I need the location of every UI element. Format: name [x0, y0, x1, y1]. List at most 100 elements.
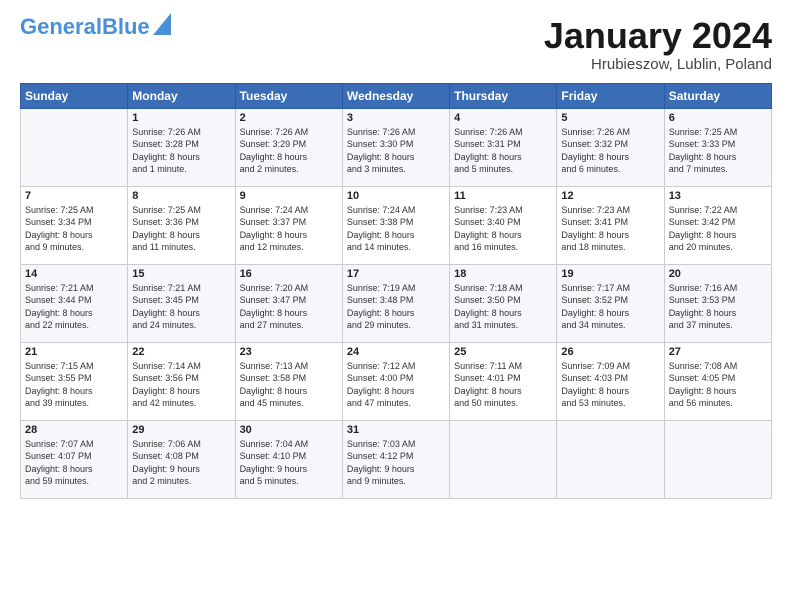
calendar-cell: 16 Sunrise: 7:20 AM Sunset: 3:47 PM Dayli… — [235, 264, 342, 342]
header-day-monday: Monday — [128, 83, 235, 108]
day-number: 22 — [132, 346, 230, 358]
cell-content: Sunrise: 7:25 AM Sunset: 3:36 PM Dayligh… — [132, 204, 230, 254]
header-row: SundayMondayTuesdayWednesdayThursdayFrid… — [21, 83, 772, 108]
calendar-cell: 26 Sunrise: 7:09 AM Sunset: 4:03 PM Dayli… — [557, 342, 664, 420]
location: Hrubieszow, Lublin, Poland — [544, 56, 772, 73]
logo-general: General — [20, 14, 102, 39]
calendar-cell: 28 Sunrise: 7:07 AM Sunset: 4:07 PM Dayli… — [21, 420, 128, 498]
cell-content: Sunrise: 7:26 AM Sunset: 3:31 PM Dayligh… — [454, 126, 552, 176]
calendar-table: SundayMondayTuesdayWednesdayThursdayFrid… — [20, 83, 772, 499]
calendar-cell: 6Sunrise: 7:25 AM Sunset: 3:33 PM Daylig… — [664, 108, 771, 186]
header-day-thursday: Thursday — [450, 83, 557, 108]
calendar-cell: 9Sunrise: 7:24 AM Sunset: 3:37 PM Daylig… — [235, 186, 342, 264]
calendar-cell: 22 Sunrise: 7:14 AM Sunset: 3:56 PM Dayli… — [128, 342, 235, 420]
cell-content: Sunrise: 7:04 AM Sunset: 4:10 PM Dayligh… — [240, 438, 338, 488]
calendar-cell: 15 Sunrise: 7:21 AM Sunset: 3:45 PM Dayli… — [128, 264, 235, 342]
cell-content: Sunrise: 7:26 AM Sunset: 3:30 PM Dayligh… — [347, 126, 445, 176]
cell-content: Sunrise: 7:21 AM Sunset: 3:44 PM Dayligh… — [25, 282, 123, 332]
week-row-4: 28 Sunrise: 7:07 AM Sunset: 4:07 PM Dayli… — [21, 420, 772, 498]
day-number: 28 — [25, 424, 123, 436]
cell-content: Sunrise: 7:24 AM Sunset: 3:37 PM Dayligh… — [240, 204, 338, 254]
day-number: 15 — [132, 268, 230, 280]
cell-content: Sunrise: 7:23 AM Sunset: 3:40 PM Dayligh… — [454, 204, 552, 254]
logo-triangle-icon — [153, 13, 171, 35]
cell-content: Sunrise: 7:16 AM Sunset: 3:53 PM Dayligh… — [669, 282, 767, 332]
calendar-cell: 23Sunrise: 7:13 AM Sunset: 3:58 PM Dayli… — [235, 342, 342, 420]
calendar-cell: 21Sunrise: 7:15 AM Sunset: 3:55 PM Dayli… — [21, 342, 128, 420]
day-number: 23 — [240, 346, 338, 358]
cell-content: Sunrise: 7:21 AM Sunset: 3:45 PM Dayligh… — [132, 282, 230, 332]
calendar-cell: 7Sunrise: 7:25 AM Sunset: 3:34 PM Daylig… — [21, 186, 128, 264]
calendar-cell: 11 Sunrise: 7:23 AM Sunset: 3:40 PM Dayli… — [450, 186, 557, 264]
calendar-cell — [557, 420, 664, 498]
calendar-cell: 18Sunrise: 7:18 AM Sunset: 3:50 PM Dayli… — [450, 264, 557, 342]
header-day-wednesday: Wednesday — [342, 83, 449, 108]
logo-text: GeneralBlue — [20, 16, 150, 38]
day-number: 4 — [454, 112, 552, 124]
day-number: 20 — [669, 268, 767, 280]
week-row-1: 7Sunrise: 7:25 AM Sunset: 3:34 PM Daylig… — [21, 186, 772, 264]
calendar-cell: 19Sunrise: 7:17 AM Sunset: 3:52 PM Dayli… — [557, 264, 664, 342]
header-day-friday: Friday — [557, 83, 664, 108]
calendar-cell: 12Sunrise: 7:23 AM Sunset: 3:41 PM Dayli… — [557, 186, 664, 264]
day-number: 8 — [132, 190, 230, 202]
cell-content: Sunrise: 7:03 AM Sunset: 4:12 PM Dayligh… — [347, 438, 445, 488]
calendar-cell: 4 Sunrise: 7:26 AM Sunset: 3:31 PM Daylig… — [450, 108, 557, 186]
calendar-cell: 2Sunrise: 7:26 AM Sunset: 3:29 PM Daylig… — [235, 108, 342, 186]
calendar-cell — [450, 420, 557, 498]
day-number: 17 — [347, 268, 445, 280]
cell-content: Sunrise: 7:24 AM Sunset: 3:38 PM Dayligh… — [347, 204, 445, 254]
day-number: 27 — [669, 346, 767, 358]
cell-content: Sunrise: 7:09 AM Sunset: 4:03 PM Dayligh… — [561, 360, 659, 410]
day-number: 14 — [25, 268, 123, 280]
calendar-cell: 13Sunrise: 7:22 AM Sunset: 3:42 PM Dayli… — [664, 186, 771, 264]
day-number: 1 — [132, 112, 230, 124]
logo-wrapper: GeneralBlue — [20, 16, 171, 38]
cell-content: Sunrise: 7:15 AM Sunset: 3:55 PM Dayligh… — [25, 360, 123, 410]
calendar-header: SundayMondayTuesdayWednesdayThursdayFrid… — [21, 83, 772, 108]
cell-content: Sunrise: 7:26 AM Sunset: 3:28 PM Dayligh… — [132, 126, 230, 176]
header-day-tuesday: Tuesday — [235, 83, 342, 108]
logo-blue: Blue — [102, 14, 150, 39]
day-number: 3 — [347, 112, 445, 124]
logo: GeneralBlue — [20, 16, 171, 38]
day-number: 31 — [347, 424, 445, 436]
calendar-cell: 10 Sunrise: 7:24 AM Sunset: 3:38 PM Dayli… — [342, 186, 449, 264]
calendar-cell: 25 Sunrise: 7:11 AM Sunset: 4:01 PM Dayli… — [450, 342, 557, 420]
cell-content: Sunrise: 7:17 AM Sunset: 3:52 PM Dayligh… — [561, 282, 659, 332]
day-number: 26 — [561, 346, 659, 358]
calendar-cell: 30Sunrise: 7:04 AM Sunset: 4:10 PM Dayli… — [235, 420, 342, 498]
day-number: 11 — [454, 190, 552, 202]
cell-content: Sunrise: 7:26 AM Sunset: 3:29 PM Dayligh… — [240, 126, 338, 176]
cell-content: Sunrise: 7:11 AM Sunset: 4:01 PM Dayligh… — [454, 360, 552, 410]
cell-content: Sunrise: 7:18 AM Sunset: 3:50 PM Dayligh… — [454, 282, 552, 332]
calendar-cell: 27Sunrise: 7:08 AM Sunset: 4:05 PM Dayli… — [664, 342, 771, 420]
day-number: 5 — [561, 112, 659, 124]
day-number: 24 — [347, 346, 445, 358]
header-day-saturday: Saturday — [664, 83, 771, 108]
calendar-cell: 24Sunrise: 7:12 AM Sunset: 4:00 PM Dayli… — [342, 342, 449, 420]
title-section: January 2024 Hrubieszow, Lublin, Poland — [544, 16, 772, 73]
cell-content: Sunrise: 7:20 AM Sunset: 3:47 PM Dayligh… — [240, 282, 338, 332]
logo-line: GeneralBlue — [20, 16, 171, 38]
calendar-cell: 31 Sunrise: 7:03 AM Sunset: 4:12 PM Dayli… — [342, 420, 449, 498]
cell-content: Sunrise: 7:26 AM Sunset: 3:32 PM Dayligh… — [561, 126, 659, 176]
cell-content: Sunrise: 7:07 AM Sunset: 4:07 PM Dayligh… — [25, 438, 123, 488]
cell-content: Sunrise: 7:06 AM Sunset: 4:08 PM Dayligh… — [132, 438, 230, 488]
day-number: 25 — [454, 346, 552, 358]
day-number: 7 — [25, 190, 123, 202]
calendar-cell: 5 Sunrise: 7:26 AM Sunset: 3:32 PM Daylig… — [557, 108, 664, 186]
cell-content: Sunrise: 7:14 AM Sunset: 3:56 PM Dayligh… — [132, 360, 230, 410]
week-row-3: 21Sunrise: 7:15 AM Sunset: 3:55 PM Dayli… — [21, 342, 772, 420]
day-number: 10 — [347, 190, 445, 202]
calendar-cell: 8 Sunrise: 7:25 AM Sunset: 3:36 PM Daylig… — [128, 186, 235, 264]
page: GeneralBlue January 2024 Hrubieszow, Lub… — [0, 0, 792, 612]
day-number: 6 — [669, 112, 767, 124]
day-number: 12 — [561, 190, 659, 202]
header-day-sunday: Sunday — [21, 83, 128, 108]
calendar-cell — [21, 108, 128, 186]
day-number: 16 — [240, 268, 338, 280]
calendar-body: 1 Sunrise: 7:26 AM Sunset: 3:28 PM Daylig… — [21, 108, 772, 498]
calendar-cell: 3 Sunrise: 7:26 AM Sunset: 3:30 PM Daylig… — [342, 108, 449, 186]
calendar-cell: 17Sunrise: 7:19 AM Sunset: 3:48 PM Dayli… — [342, 264, 449, 342]
